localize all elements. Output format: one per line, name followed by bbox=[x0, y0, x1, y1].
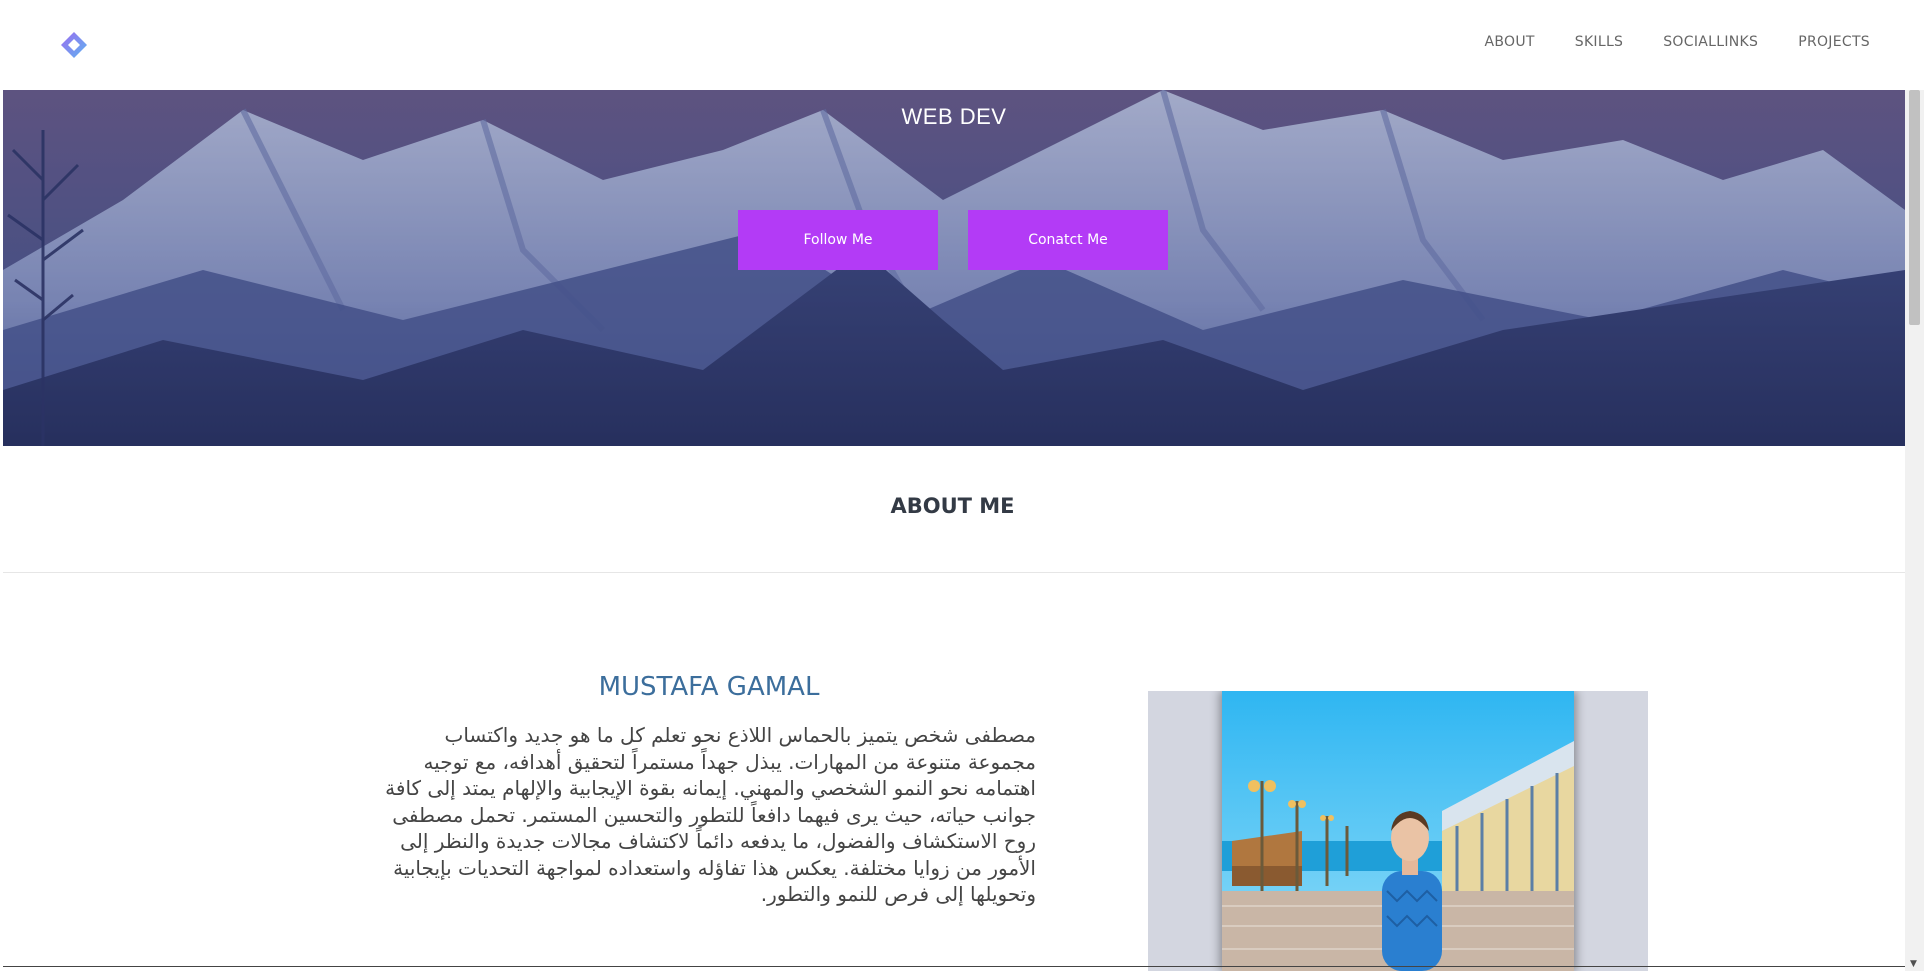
scroll-down-arrow-icon[interactable]: ▼ bbox=[1910, 959, 1917, 969]
page-scrollbar[interactable]: ▲ ▼ bbox=[1905, 90, 1924, 971]
scrollbar-thumb[interactable] bbox=[1909, 90, 1920, 325]
hero-title: WEB DEV bbox=[901, 104, 1007, 129]
follow-me-button[interactable]: Follow Me bbox=[738, 210, 938, 270]
profile-bio: مصطفى شخص يتميز بالحماس اللاذع نحو تعلم … bbox=[385, 723, 1036, 906]
profile-name: MUSTAFA GAMAL bbox=[598, 672, 820, 702]
nav-link-projects[interactable]: PROJECTS bbox=[1798, 34, 1870, 50]
mountain-background-image bbox=[3, 90, 1905, 446]
hero-banner: WEB DEV Follow Me Conatct Me bbox=[3, 90, 1905, 446]
nav-link-skills[interactable]: SKILLS bbox=[1575, 34, 1623, 50]
section-divider bbox=[3, 572, 1905, 573]
nav-link-about[interactable]: ABOUT bbox=[1485, 34, 1535, 50]
contact-me-button[interactable]: Conatct Me bbox=[968, 210, 1168, 270]
navbar: ABOUT SKILLS SOCIALLINKS PROJECTS bbox=[0, 0, 1924, 90]
profile-photo bbox=[1222, 691, 1574, 971]
bottom-border bbox=[3, 966, 1905, 967]
nav-links: ABOUT SKILLS SOCIALLINKS PROJECTS bbox=[1485, 34, 1871, 50]
profile-photo-frame bbox=[1148, 691, 1648, 971]
diamond-logo-icon[interactable] bbox=[60, 31, 88, 59]
about-heading: ABOUT ME bbox=[890, 494, 1015, 518]
nav-link-sociallinks[interactable]: SOCIALLINKS bbox=[1663, 34, 1758, 50]
